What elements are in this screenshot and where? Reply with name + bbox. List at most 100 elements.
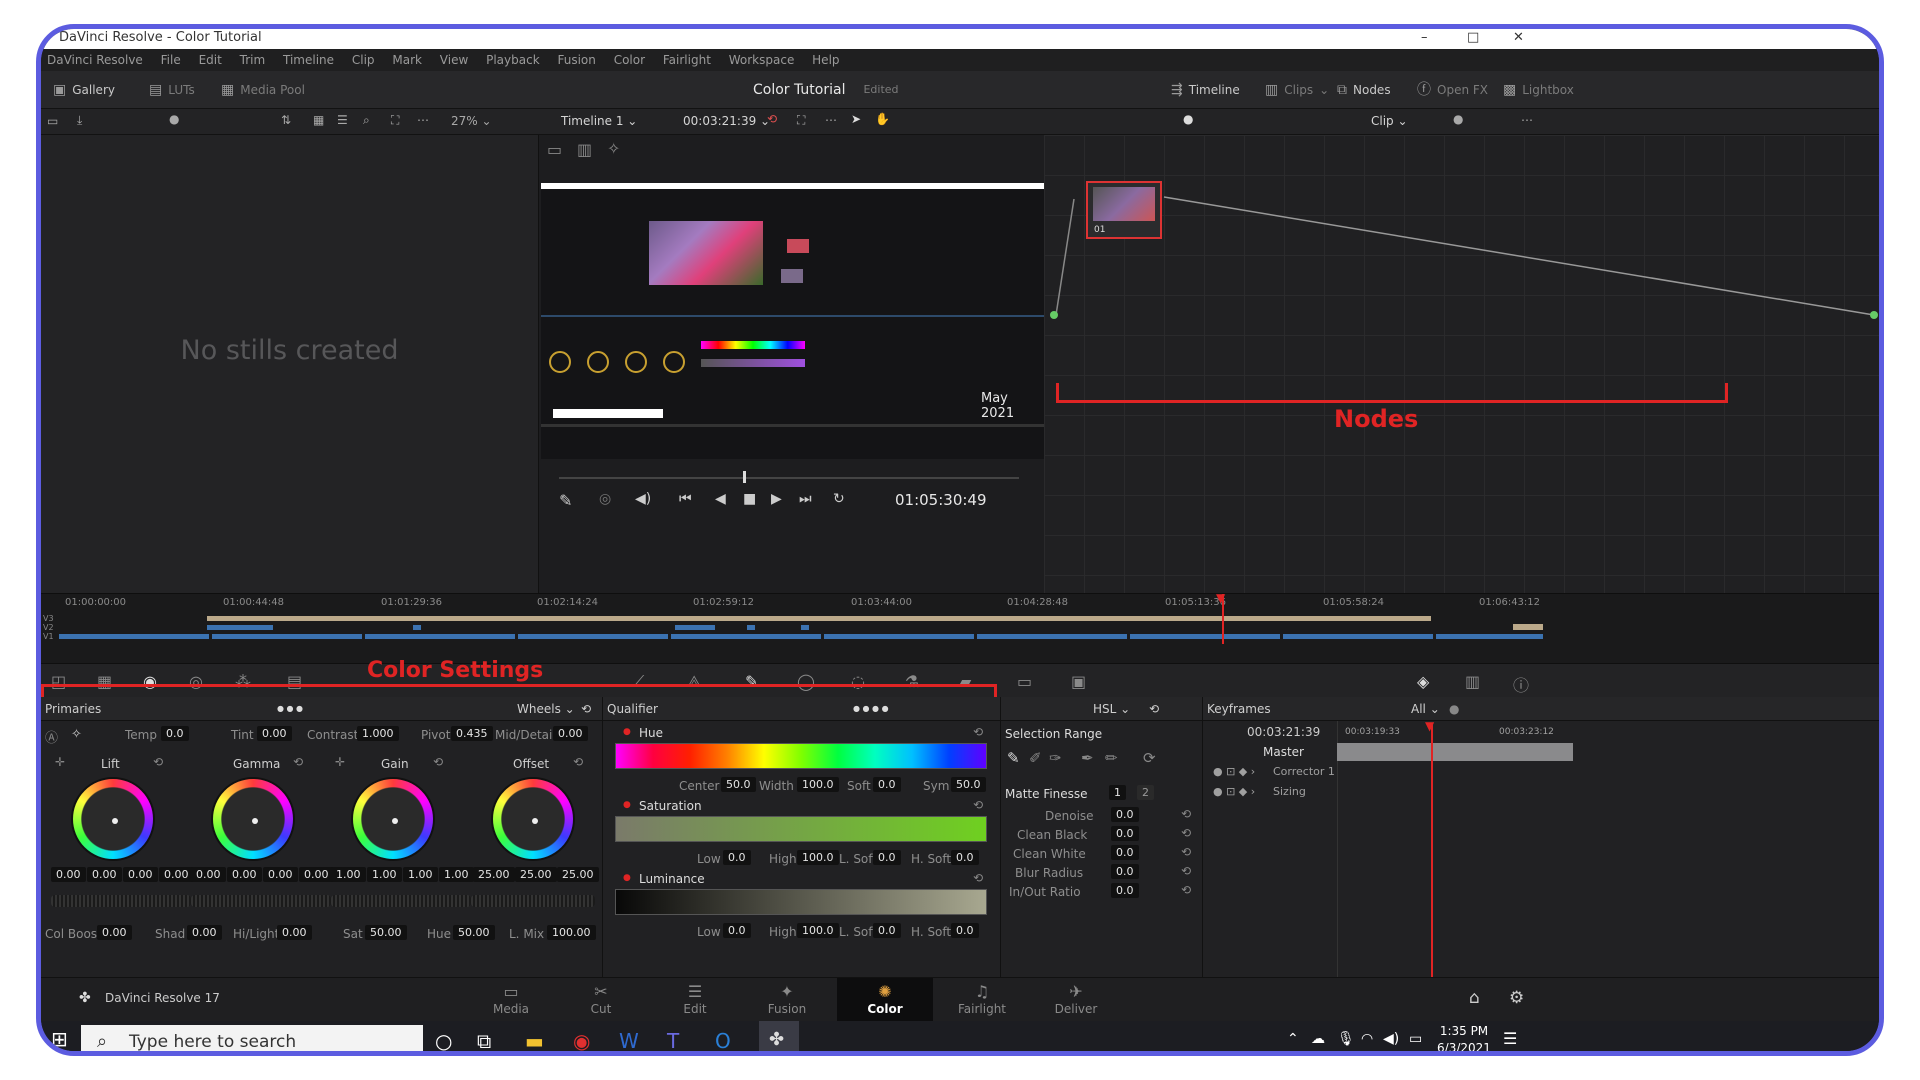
- saturation-enable-icon[interactable]: ●: [623, 800, 631, 810]
- picker-plus-icon[interactable]: ✑: [1049, 749, 1062, 767]
- minimize-button[interactable]: –: [1421, 29, 1428, 47]
- hue-enable-icon[interactable]: ●: [623, 727, 631, 737]
- hilight-value[interactable]: 0.00: [277, 925, 312, 940]
- hue-reset-icon[interactable]: ⟲: [973, 725, 983, 739]
- nodes-toggle[interactable]: ⧉ Nodes: [1337, 71, 1391, 109]
- lum-lsoft-value[interactable]: 0.0: [873, 923, 901, 938]
- corrector-row-controls[interactable]: ● ⊡ ◆ ›: [1213, 765, 1255, 778]
- taskbar-search-box[interactable]: ⌕ Type here to search: [81, 1025, 423, 1051]
- shad-value[interactable]: 0.00: [187, 925, 222, 940]
- menu-help[interactable]: Help: [812, 53, 839, 67]
- hand-tool-icon[interactable]: ✋: [875, 112, 890, 126]
- viewer-options-icon[interactable]: ⋯: [825, 113, 837, 127]
- clock-date[interactable]: 6/3/2021: [1437, 1041, 1491, 1051]
- hue-value[interactable]: 50.00: [453, 925, 495, 940]
- feather-minus-icon[interactable]: ✒: [1081, 749, 1094, 767]
- viewer-fullscreen-icon[interactable]: ⛶: [797, 113, 805, 128]
- menu-edit[interactable]: Edit: [199, 53, 222, 67]
- gamma-r-value[interactable]: 0.00: [227, 867, 262, 882]
- blur-radius-reset-icon[interactable]: ⟲: [1181, 864, 1191, 878]
- keyframe-playhead-marker-icon[interactable]: ▼: [1425, 719, 1434, 733]
- node-zoom-handle[interactable]: ●: [1453, 112, 1463, 126]
- grid-view-icon[interactable]: ▦: [313, 113, 324, 127]
- viewer-mode-icon[interactable]: ▭: [547, 140, 562, 159]
- lum-high-value[interactable]: 100.0: [797, 923, 839, 938]
- gamma-wheel[interactable]: [211, 777, 295, 861]
- loop-icon[interactable]: ↻: [833, 491, 845, 507]
- inout-ratio-reset-icon[interactable]: ⟲: [1181, 883, 1191, 897]
- node-output[interactable]: [1870, 311, 1878, 319]
- menu-davinci-resolve[interactable]: DaVinci Resolve: [47, 53, 143, 67]
- zoom-slider-handle[interactable]: ●: [169, 112, 179, 126]
- windows-start-icon[interactable]: ⊞: [51, 1027, 68, 1051]
- outlook-icon[interactable]: O: [715, 1029, 731, 1051]
- hue-width-value[interactable]: 100.0: [797, 777, 839, 792]
- offset-b-value[interactable]: 25.00: [557, 867, 599, 882]
- hue-center-value[interactable]: 50.0: [721, 777, 756, 792]
- search-icon[interactable]: ⌕: [363, 113, 370, 128]
- clean-white-value[interactable]: 0.0: [1111, 845, 1139, 860]
- media-pool-button[interactable]: ▦ Media Pool: [221, 71, 305, 109]
- volume-icon[interactable]: ◀): [635, 491, 651, 507]
- luminance-range-bar[interactable]: [615, 889, 987, 915]
- highlight-icon[interactable]: ✧: [607, 139, 620, 158]
- node-options-icon[interactable]: ⋯: [1521, 113, 1533, 127]
- menu-view[interactable]: View: [440, 53, 468, 67]
- offset-master-wheel[interactable]: [471, 895, 595, 907]
- gamma-reset-icon[interactable]: ⟲: [293, 755, 303, 769]
- keyframes-panel-icon[interactable]: ◈: [1417, 672, 1429, 691]
- tint-value[interactable]: 0.00: [257, 726, 292, 741]
- pivot-value[interactable]: 0.435: [451, 726, 493, 741]
- page-media[interactable]: ▭ Media: [481, 982, 541, 1016]
- keyframe-row-corrector[interactable]: Corrector 1: [1273, 765, 1335, 778]
- playhead-marker-icon[interactable]: ▼: [1216, 591, 1225, 605]
- gamma-g-value[interactable]: 0.00: [263, 867, 298, 882]
- matte-page-2[interactable]: 2: [1137, 785, 1154, 800]
- hue-soft-value[interactable]: 0.0: [873, 777, 901, 792]
- clip-v1[interactable]: [59, 634, 1543, 639]
- lift-wheel[interactable]: [71, 777, 155, 861]
- hue-sym-value[interactable]: 50.0: [951, 777, 986, 792]
- list-view-icon[interactable]: ☰: [337, 113, 348, 127]
- keyframe-row-sizing[interactable]: Sizing: [1273, 785, 1306, 798]
- clips-toggle[interactable]: ▥ Clips ⌄: [1265, 71, 1329, 109]
- gain-b-value[interactable]: 1.00: [439, 867, 474, 882]
- sat-low-value[interactable]: 0.0: [723, 850, 751, 865]
- home-icon[interactable]: ⌂: [1469, 988, 1480, 1008]
- mini-timeline[interactable]: 01:00:00:00 01:00:44:48 01:01:29:36 01:0…: [41, 591, 1879, 663]
- clip-v2-b[interactable]: [413, 625, 421, 630]
- sizing-row-controls[interactable]: ● ⊡ ◆ ›: [1213, 785, 1255, 798]
- sat-high-value[interactable]: 100.0: [797, 850, 839, 865]
- eyedropper-icon[interactable]: ✎: [559, 491, 572, 510]
- hsl-mode-dropdown[interactable]: HSL ⌄: [1093, 697, 1130, 721]
- vivaldi-icon[interactable]: ◉: [573, 1029, 590, 1051]
- offset-reset-icon[interactable]: ⟲: [573, 755, 583, 769]
- lum-low-value[interactable]: 0.0: [723, 923, 751, 938]
- auto-color-icon[interactable]: ✧: [71, 727, 82, 742]
- timeline-dropdown[interactable]: Timeline 1 ⌄: [561, 114, 637, 128]
- stop-icon[interactable]: ■: [743, 491, 756, 507]
- pointer-tool-icon[interactable]: ➤: [851, 112, 861, 126]
- page-deliver[interactable]: ✈ Deliver: [1041, 982, 1111, 1016]
- clip-v3-end[interactable]: [1513, 624, 1543, 630]
- keyframes-filter-dropdown[interactable]: All ⌄: [1411, 697, 1440, 721]
- word-icon[interactable]: W: [619, 1029, 639, 1051]
- clip-v3[interactable]: [207, 616, 1431, 621]
- notifications-icon[interactable]: ☰: [1503, 1029, 1517, 1048]
- clean-white-reset-icon[interactable]: ⟲: [1181, 845, 1191, 859]
- lift-b-value[interactable]: 0.00: [159, 867, 194, 882]
- clip-v2-c[interactable]: [675, 625, 715, 630]
- timecode-dropdown[interactable]: 00:03:21:39 ⌄: [683, 114, 770, 128]
- denoise-value[interactable]: 0.0: [1111, 807, 1139, 822]
- gamma-master-wheel[interactable]: [191, 895, 331, 907]
- davinci-taskbar-button[interactable]: ✤: [759, 1021, 799, 1051]
- lift-r-value[interactable]: 0.00: [87, 867, 122, 882]
- page-fairlight[interactable]: ♫ Fairlight: [947, 982, 1017, 1016]
- clean-black-value[interactable]: 0.0: [1111, 826, 1139, 841]
- audio-icon[interactable]: ◎: [599, 491, 611, 507]
- gain-r-value[interactable]: 1.00: [367, 867, 402, 882]
- sort-icon[interactable]: ⇅: [281, 113, 291, 127]
- keyframe-playhead[interactable]: [1431, 725, 1433, 977]
- page-cut[interactable]: ✂ Cut: [571, 982, 631, 1016]
- menu-workspace[interactable]: Workspace: [729, 53, 795, 67]
